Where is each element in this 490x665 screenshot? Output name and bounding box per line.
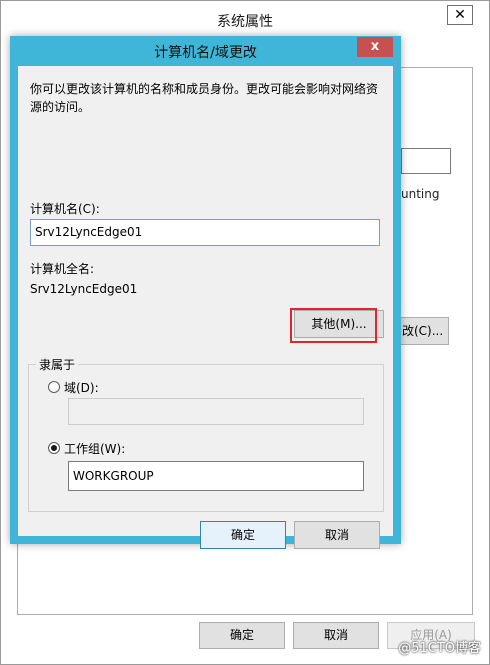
domain-input[interactable] bbox=[68, 398, 364, 425]
workgroup-radio[interactable] bbox=[48, 442, 60, 454]
dialog-description: 你可以更改该计算机的名称和成员身份。更改可能会影响对网络资源的访问。 bbox=[30, 82, 379, 114]
full-computer-name-value: Srv12LyncEdge01 bbox=[30, 282, 138, 296]
full-computer-name-label: 计算机全名: bbox=[30, 262, 95, 276]
workgroup-label: 工作组(W): bbox=[64, 442, 126, 456]
member-of-legend: 隶属于 bbox=[36, 356, 79, 373]
computer-description-input[interactable] bbox=[401, 148, 451, 174]
dialog-client-area: 你可以更改该计算机的名称和成员身份。更改可能会影响对网络资源的访问。 计算机名(… bbox=[18, 66, 393, 549]
dialog-ok-button[interactable]: 确定 bbox=[200, 521, 286, 549]
workgroup-input[interactable]: WORKGROUP bbox=[68, 461, 364, 491]
system-cancel-button[interactable]: 取消 bbox=[293, 622, 379, 649]
system-properties-title: 系统属性 bbox=[217, 14, 273, 30]
more-button[interactable]: 其他(M)... bbox=[294, 310, 384, 338]
system-ok-button[interactable]: 确定 bbox=[199, 622, 285, 649]
computer-name-input[interactable]: Srv12LyncEdge01 bbox=[30, 219, 380, 246]
domain-label: 域(D): bbox=[64, 381, 99, 395]
dialog-title: 计算机名/域更改 bbox=[154, 45, 257, 61]
system-properties-close-button[interactable]: ✕ bbox=[447, 5, 473, 25]
change-button-background[interactable]: 改(C)... bbox=[399, 317, 449, 345]
dialog-close-button[interactable]: x bbox=[357, 37, 393, 57]
computer-name-dialog: 计算机名/域更改 x 你可以更改该计算机的名称和成员身份。更改可能会影响对网络资… bbox=[10, 36, 401, 549]
system-properties-titlebar: 系统属性 ✕ bbox=[1, 1, 489, 35]
accounting-text-fragment: unting bbox=[401, 187, 440, 201]
domain-radio[interactable] bbox=[48, 381, 60, 393]
watermark: @51CTO博客 bbox=[398, 641, 481, 656]
computer-name-label: 计算机名(C): bbox=[30, 202, 100, 216]
dialog-cancel-button[interactable]: 取消 bbox=[294, 521, 380, 549]
